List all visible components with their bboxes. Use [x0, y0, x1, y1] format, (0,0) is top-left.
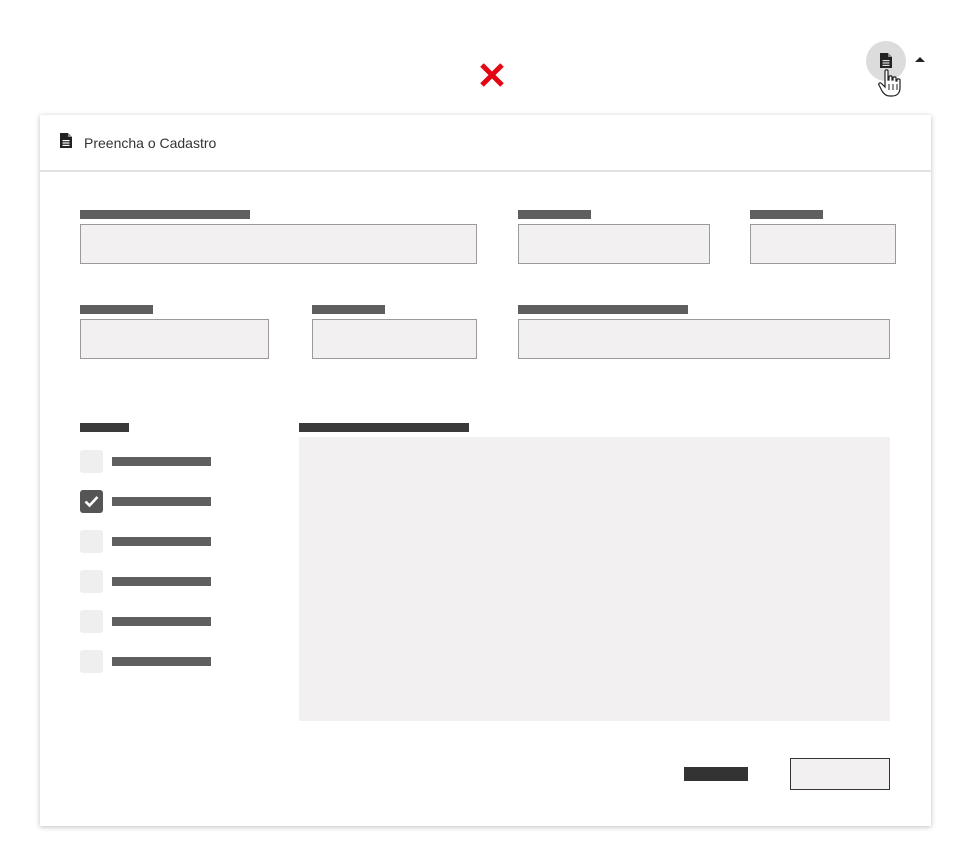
document-icon: [880, 53, 892, 68]
checkbox-label-4: [112, 577, 211, 586]
close-icon[interactable]: [478, 60, 506, 90]
field-label-2: [518, 210, 591, 219]
text-field-5[interactable]: [312, 319, 477, 359]
document-icon: [60, 133, 72, 153]
checkbox-group-label: [80, 423, 129, 432]
checkbox-4[interactable]: [80, 570, 103, 593]
checkbox-label-1: [112, 457, 211, 466]
field-label-6: [518, 305, 688, 314]
panel-header: Preencha o Cadastro: [40, 115, 931, 172]
cancel-link[interactable]: [684, 767, 748, 781]
checkbox-2[interactable]: [80, 490, 103, 513]
checkbox-label-2: [112, 497, 211, 506]
panel-title: Preencha o Cadastro: [84, 135, 217, 151]
field-label-3: [750, 210, 823, 219]
textarea-field[interactable]: [299, 437, 890, 721]
checkbox-label-5: [112, 617, 211, 626]
check-icon: [84, 496, 99, 508]
text-field-4[interactable]: [80, 319, 269, 359]
text-field-1[interactable]: [80, 224, 477, 264]
textarea-label: [299, 423, 469, 432]
checkbox-label-3: [112, 537, 211, 546]
field-label-5: [312, 305, 385, 314]
caret-up-icon[interactable]: [915, 57, 925, 62]
checkbox-6[interactable]: [80, 650, 103, 673]
checkbox-1[interactable]: [80, 450, 103, 473]
submit-button[interactable]: [790, 758, 890, 790]
text-field-2[interactable]: [518, 224, 710, 264]
field-label-4: [80, 305, 153, 314]
checkbox-label-6: [112, 657, 211, 666]
text-field-3[interactable]: [750, 224, 896, 264]
field-label-1: [80, 210, 250, 219]
checkbox-5[interactable]: [80, 610, 103, 633]
checkbox-3[interactable]: [80, 530, 103, 553]
text-field-6[interactable]: [518, 319, 890, 359]
hand-pointer-icon: [878, 69, 902, 102]
registration-panel: Preencha o Cadastro: [40, 115, 931, 826]
